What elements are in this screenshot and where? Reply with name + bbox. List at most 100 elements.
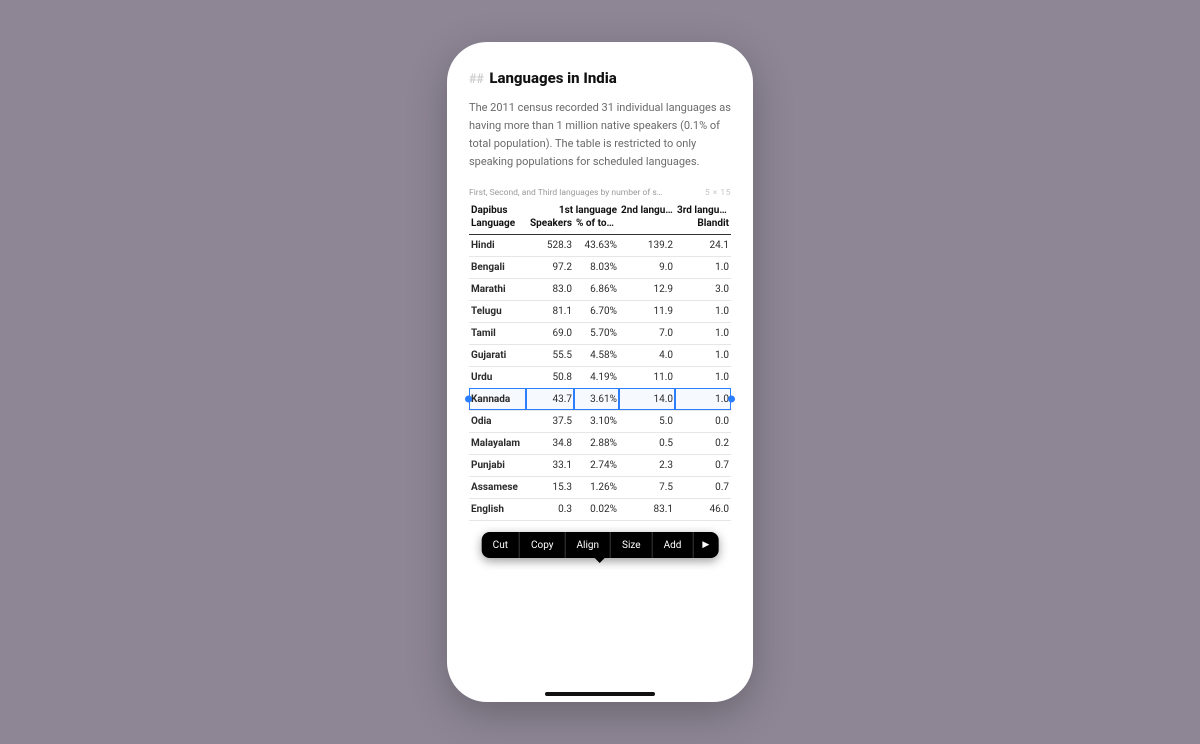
- page-title: Languages in India: [489, 69, 616, 87]
- cell-second[interactable]: 7.5: [619, 476, 675, 498]
- cell-second[interactable]: 11.0: [619, 366, 675, 388]
- cell-language[interactable]: Odia: [469, 410, 526, 432]
- table-row[interactable]: Punjabi33.12.74%2.30.7: [469, 454, 731, 476]
- context-menu-add[interactable]: Add: [653, 532, 694, 558]
- cell-percent[interactable]: 1.26%: [574, 476, 619, 498]
- cell-second[interactable]: 14.0: [619, 388, 675, 410]
- context-menu-size[interactable]: Size: [611, 532, 653, 558]
- cell-speakers[interactable]: 55.5: [526, 344, 574, 366]
- cell-speakers[interactable]: 528.3: [526, 234, 574, 256]
- cell-third[interactable]: 0.7: [675, 476, 731, 498]
- cell-percent[interactable]: 3.10%: [574, 410, 619, 432]
- markdown-hash-icon: ##: [469, 72, 483, 87]
- cell-second[interactable]: 12.9: [619, 278, 675, 300]
- cell-speakers[interactable]: 15.3: [526, 476, 574, 498]
- cell-third[interactable]: 1.0: [675, 300, 731, 322]
- table-row[interactable]: Bengali97.28.03%9.01.0: [469, 256, 731, 278]
- languages-table[interactable]: Dapibus 1st language 2nd language 3rd la…: [469, 200, 731, 521]
- context-menu: Cut Copy Align Size Add ▶: [482, 532, 719, 558]
- cell-third[interactable]: 3.0: [675, 278, 731, 300]
- context-menu-cut[interactable]: Cut: [482, 532, 520, 558]
- cell-second[interactable]: 5.0: [619, 410, 675, 432]
- cell-second[interactable]: 11.9: [619, 300, 675, 322]
- cell-language[interactable]: Hindi: [469, 234, 526, 256]
- context-menu-align[interactable]: Align: [565, 532, 611, 558]
- cell-language[interactable]: Bengali: [469, 256, 526, 278]
- table-row[interactable]: Marathi83.06.86%12.93.0: [469, 278, 731, 300]
- cell-percent[interactable]: 6.86%: [574, 278, 619, 300]
- cell-second[interactable]: 83.1: [619, 498, 675, 520]
- cell-speakers[interactable]: 34.8: [526, 432, 574, 454]
- table-row[interactable]: Kannada43.73.61%14.01.0: [469, 388, 731, 410]
- table-row[interactable]: Malayalam34.82.88%0.50.2: [469, 432, 731, 454]
- cell-language[interactable]: Malayalam: [469, 432, 526, 454]
- cell-speakers[interactable]: 43.7: [526, 388, 574, 410]
- cell-language[interactable]: Tamil: [469, 322, 526, 344]
- heading: ## Languages in India: [469, 68, 731, 87]
- table-row[interactable]: Telugu81.16.70%11.91.0: [469, 300, 731, 322]
- cell-speakers[interactable]: 97.2: [526, 256, 574, 278]
- table-caption-row: First, Second, and Third languages by nu…: [469, 188, 731, 198]
- context-menu-more-icon[interactable]: ▶: [693, 532, 718, 558]
- ghost-header-left: Dapibus: [469, 200, 526, 217]
- selection-handle-right[interactable]: [728, 396, 735, 403]
- cell-speakers[interactable]: 50.8: [526, 366, 574, 388]
- cell-second[interactable]: 7.0: [619, 322, 675, 344]
- cell-speakers[interactable]: 33.1: [526, 454, 574, 476]
- table-row[interactable]: Gujarati55.54.58%4.01.0: [469, 344, 731, 366]
- cell-percent[interactable]: 3.61%: [574, 388, 619, 410]
- cell-percent[interactable]: 43.63%: [574, 234, 619, 256]
- table-row[interactable]: Tamil69.05.70%7.01.0: [469, 322, 731, 344]
- cell-percent[interactable]: 2.88%: [574, 432, 619, 454]
- cell-third[interactable]: 24.1: [675, 234, 731, 256]
- cell-second[interactable]: 2.3: [619, 454, 675, 476]
- cell-second[interactable]: 0.5: [619, 432, 675, 454]
- cell-percent[interactable]: 2.74%: [574, 454, 619, 476]
- cell-percent[interactable]: 6.70%: [574, 300, 619, 322]
- cell-language[interactable]: Urdu: [469, 366, 526, 388]
- table-row[interactable]: English0.30.02%83.146.0: [469, 498, 731, 520]
- context-menu-copy[interactable]: Copy: [520, 532, 566, 558]
- table-caption: First, Second, and Third languages by nu…: [469, 188, 662, 198]
- cell-third[interactable]: 1.0: [675, 256, 731, 278]
- cell-third[interactable]: 0.2: [675, 432, 731, 454]
- table-row[interactable]: Assamese15.31.26%7.50.7: [469, 476, 731, 498]
- cell-speakers[interactable]: 0.3: [526, 498, 574, 520]
- cell-speakers[interactable]: 83.0: [526, 278, 574, 300]
- cell-third[interactable]: 0.0: [675, 410, 731, 432]
- group-header-first-language: 1st language: [526, 200, 619, 217]
- cell-third[interactable]: 1.0: [675, 388, 731, 410]
- cell-language[interactable]: English: [469, 498, 526, 520]
- cell-second[interactable]: 4.0: [619, 344, 675, 366]
- cell-language[interactable]: Kannada: [469, 388, 526, 410]
- cell-third[interactable]: 0.7: [675, 454, 731, 476]
- cell-language[interactable]: Telugu: [469, 300, 526, 322]
- cell-third[interactable]: 1.0: [675, 322, 731, 344]
- table-row[interactable]: Hindi528.343.63%139.224.1: [469, 234, 731, 256]
- table-wrapper: Dapibus 1st language 2nd language 3rd la…: [469, 200, 731, 521]
- ghost-header-right: Blandit: [675, 217, 731, 235]
- cell-third[interactable]: 1.0: [675, 344, 731, 366]
- col-header-language: Language: [469, 217, 526, 235]
- cell-language[interactable]: Punjabi: [469, 454, 526, 476]
- cell-language[interactable]: Marathi: [469, 278, 526, 300]
- home-indicator[interactable]: [545, 692, 655, 696]
- cell-language[interactable]: Assamese: [469, 476, 526, 498]
- group-header-third-language: 3rd language: [675, 200, 731, 217]
- selection-handle-left[interactable]: [465, 396, 472, 403]
- cell-language[interactable]: Gujarati: [469, 344, 526, 366]
- cell-percent[interactable]: 8.03%: [574, 256, 619, 278]
- cell-second[interactable]: 139.2: [619, 234, 675, 256]
- cell-third[interactable]: 1.0: [675, 366, 731, 388]
- cell-percent[interactable]: 0.02%: [574, 498, 619, 520]
- cell-speakers[interactable]: 81.1: [526, 300, 574, 322]
- cell-second[interactable]: 9.0: [619, 256, 675, 278]
- table-row[interactable]: Odia37.53.10%5.00.0: [469, 410, 731, 432]
- cell-percent[interactable]: 4.19%: [574, 366, 619, 388]
- cell-third[interactable]: 46.0: [675, 498, 731, 520]
- cell-speakers[interactable]: 37.5: [526, 410, 574, 432]
- cell-percent[interactable]: 5.70%: [574, 322, 619, 344]
- cell-percent[interactable]: 4.58%: [574, 344, 619, 366]
- table-row[interactable]: Urdu50.84.19%11.01.0: [469, 366, 731, 388]
- cell-speakers[interactable]: 69.0: [526, 322, 574, 344]
